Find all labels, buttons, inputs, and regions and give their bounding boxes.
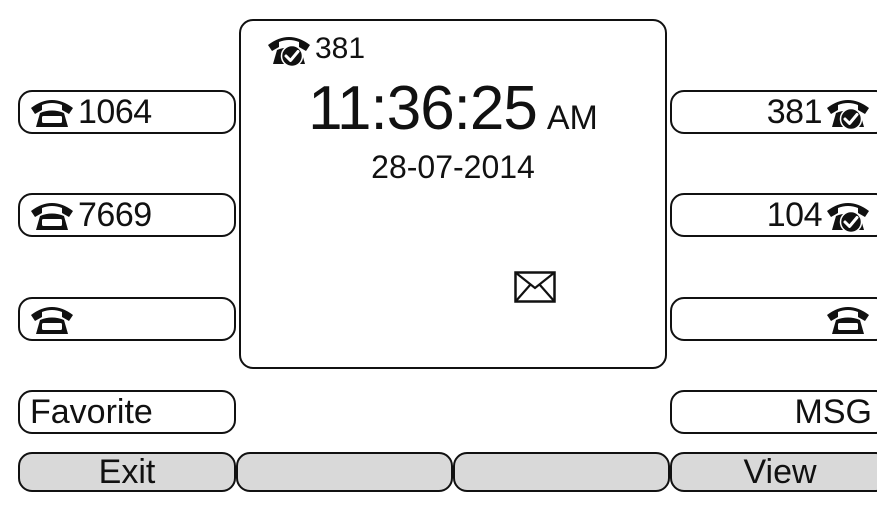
phone-icon (28, 301, 76, 337)
softkey-label: Exit (98, 453, 156, 491)
idle-status-panel: 381 11:36:25 AM 28-07-2014 (239, 19, 667, 369)
phone-lcd-screen: 1064 7669 381 11:36:25 AM 28-07-2014 381 … (0, 0, 877, 508)
time-display: 11:36:25 (308, 74, 538, 143)
date-display: 28-07-2014 (371, 149, 535, 185)
line-key-left-3[interactable] (18, 297, 236, 341)
softkey-2[interactable] (236, 452, 453, 492)
line-key-left-2[interactable]: 7669 (18, 193, 236, 237)
exit-softkey[interactable]: Exit (18, 452, 236, 492)
account-label: 381 (315, 32, 366, 65)
favorite-label: Favorite (30, 393, 153, 431)
line-key-label: 381 (766, 93, 823, 131)
line-key-right-2[interactable]: 104 (670, 193, 877, 237)
phone-icon (824, 301, 872, 337)
msg-button[interactable]: MSG (670, 390, 877, 434)
softkey-label: View (743, 453, 817, 491)
registered-phone-icon (824, 94, 872, 130)
line-key-label: 1064 (78, 93, 152, 131)
line-key-right-3[interactable] (670, 297, 877, 341)
phone-icon (28, 197, 76, 233)
line-key-label: 104 (766, 196, 823, 234)
favorite-button[interactable]: Favorite (18, 390, 236, 434)
line-key-left-1[interactable]: 1064 (18, 90, 236, 134)
phone-icon (28, 94, 76, 130)
envelope-icon (514, 271, 556, 303)
line-key-label: 7669 (78, 196, 152, 234)
registered-phone-icon (824, 197, 872, 233)
msg-label: MSG (794, 393, 872, 431)
account-indicator: 381 (265, 31, 365, 67)
clock: 11:36:25 AM (241, 73, 665, 144)
softkey-3[interactable] (453, 452, 670, 492)
view-softkey[interactable]: View (670, 452, 877, 492)
line-key-right-1[interactable]: 381 (670, 90, 877, 134)
registered-phone-icon (265, 31, 313, 67)
am-pm-indicator: AM (546, 99, 598, 137)
